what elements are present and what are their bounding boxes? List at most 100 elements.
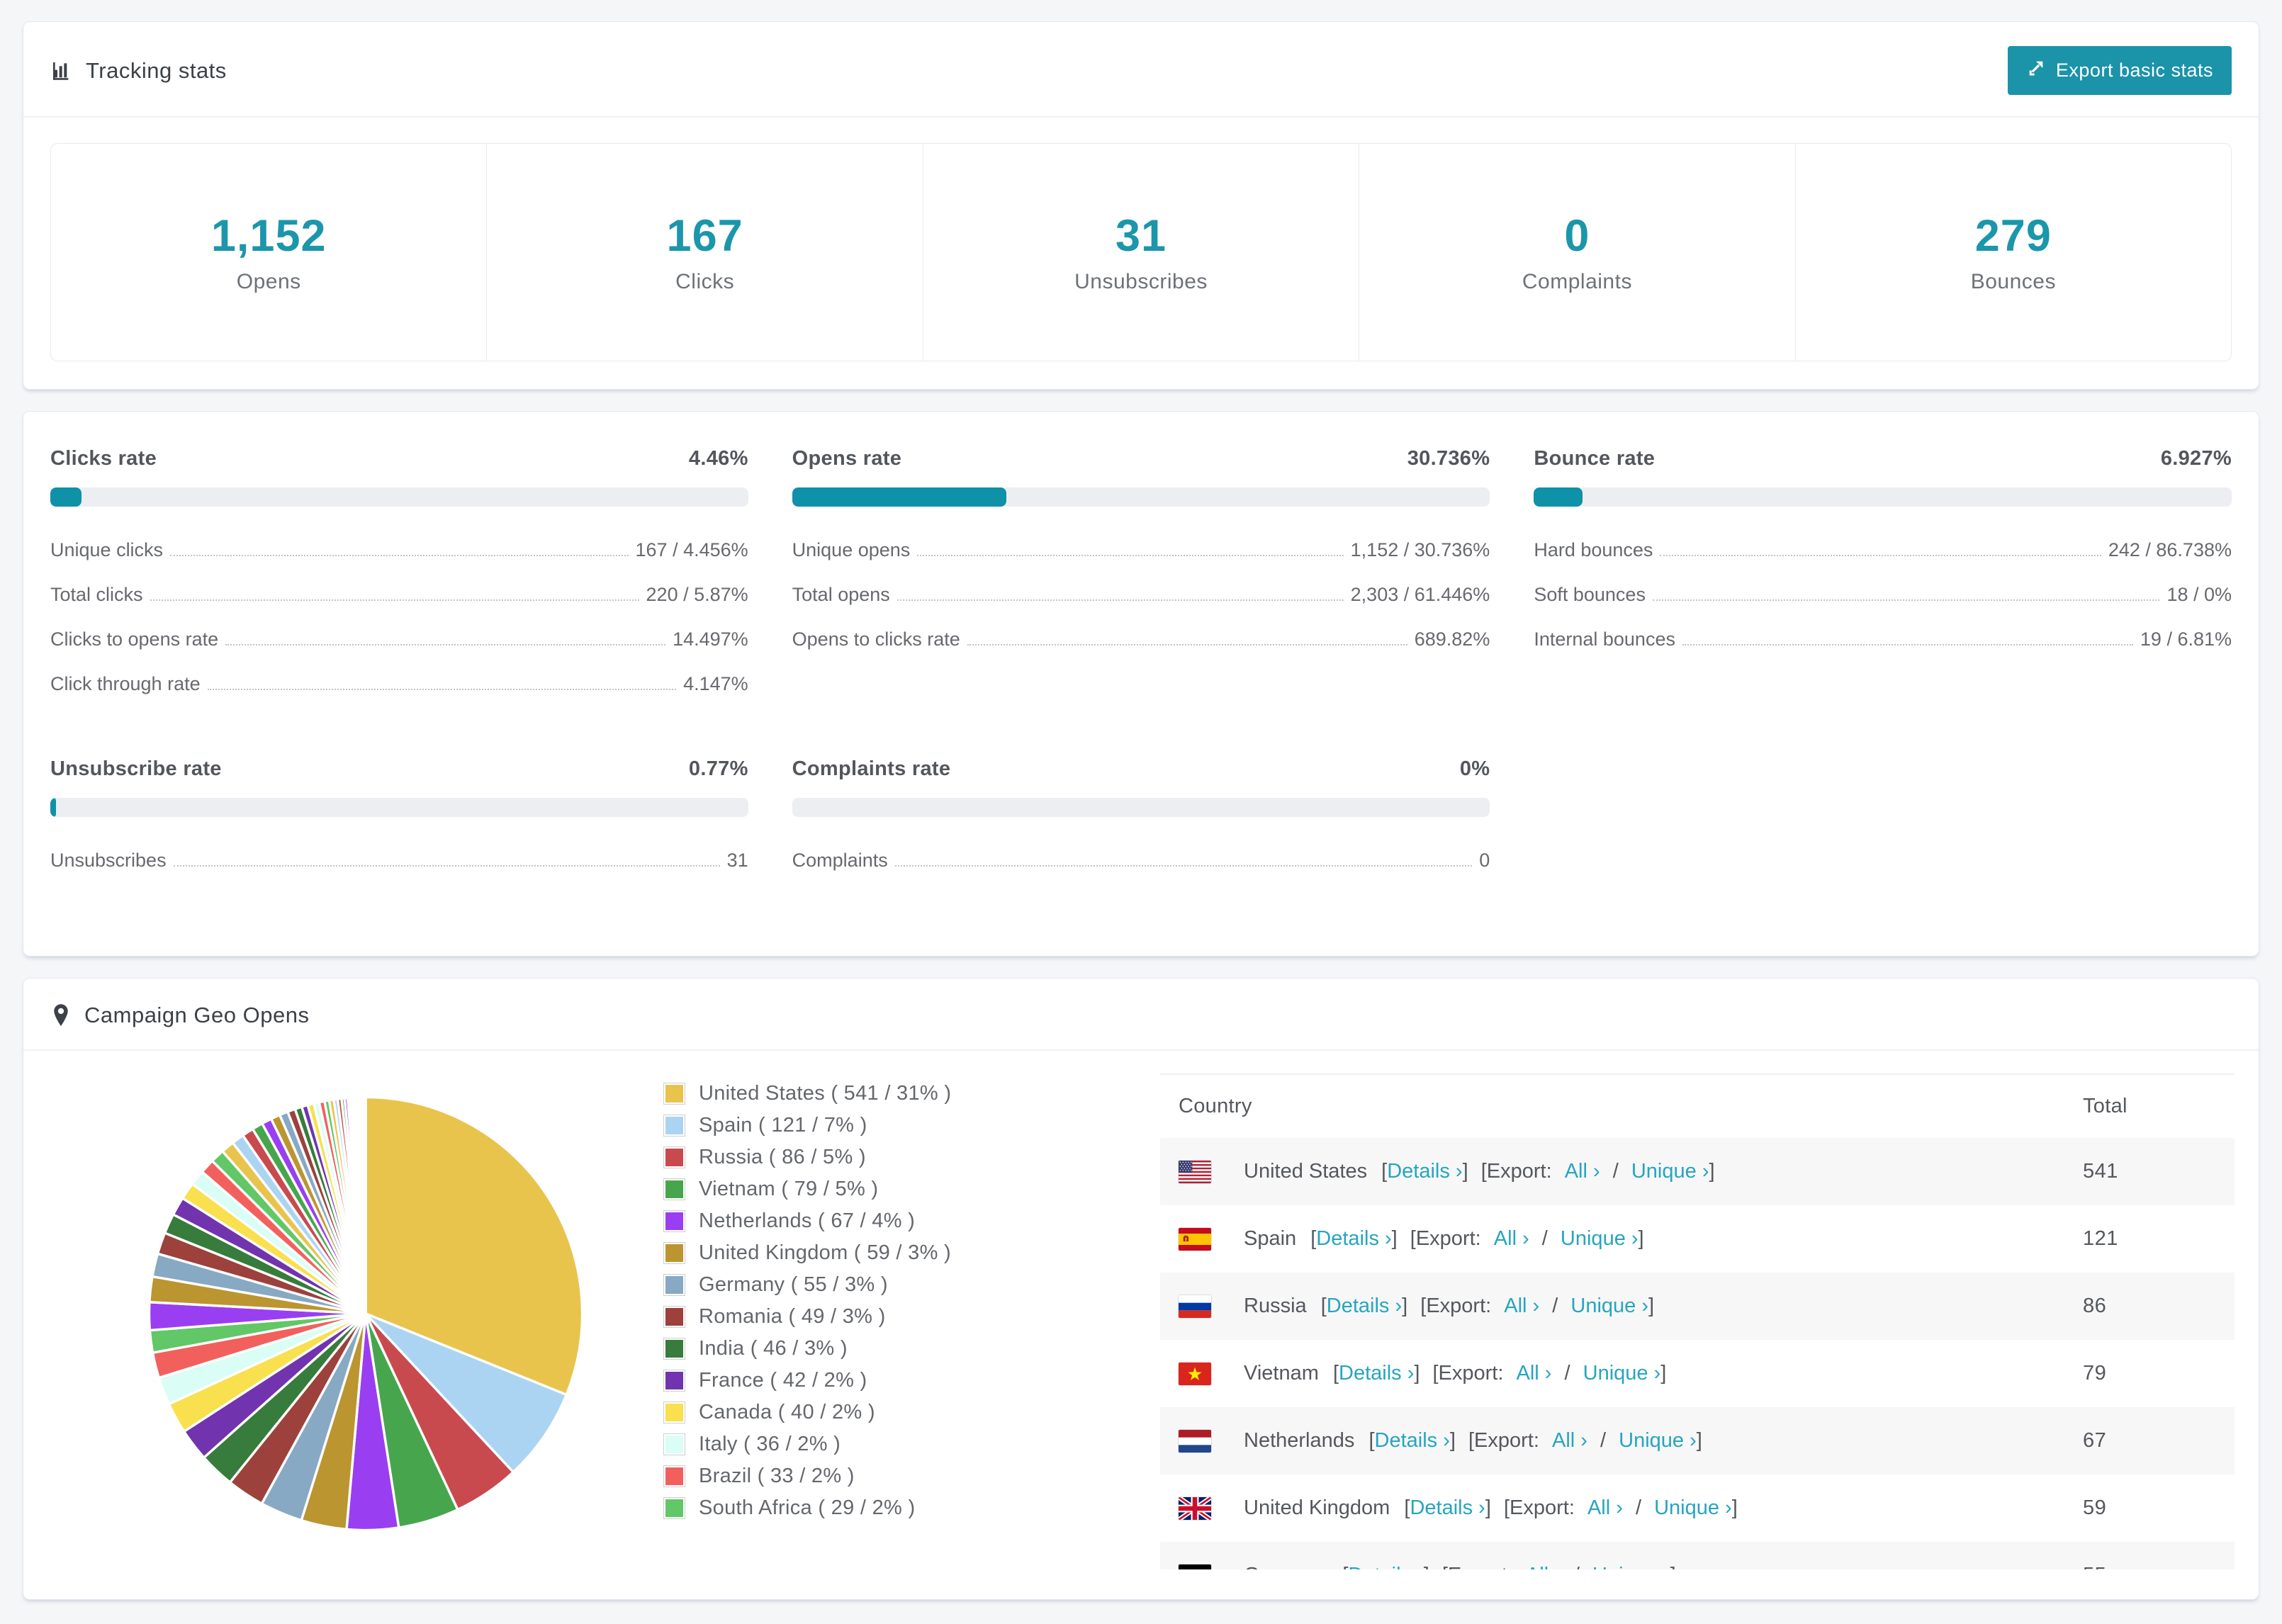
country-name: United States bbox=[1244, 1160, 1368, 1183]
progress-bar-fill bbox=[1534, 487, 1583, 507]
rate-row-value: 14.497% bbox=[673, 628, 748, 650]
rate-row-value: 220 / 5.87% bbox=[646, 584, 748, 605]
progress-bar bbox=[50, 798, 748, 817]
slash-separator: / bbox=[1600, 1429, 1607, 1452]
details-link[interactable]: Details › bbox=[1375, 1429, 1450, 1452]
tracking-stats-title-text: Tracking stats bbox=[86, 57, 227, 83]
bracket-close: ] bbox=[1414, 1362, 1420, 1385]
rate-block: Complaints rate 0% Complaints 0 bbox=[792, 757, 1490, 883]
stat-card: 1,152 Opens bbox=[51, 144, 488, 361]
stat-label: Clicks bbox=[675, 270, 735, 293]
details-link[interactable]: Details › bbox=[1410, 1496, 1485, 1519]
dotted-leader bbox=[896, 599, 1344, 601]
legend-label: Romania ( 49 / 3% ) bbox=[699, 1305, 886, 1328]
country-total: 59 bbox=[2083, 1496, 2107, 1519]
export-unique-link[interactable]: Unique › bbox=[1631, 1160, 1709, 1183]
rate-row-label: Click through rate bbox=[50, 673, 201, 694]
export-unique-link[interactable]: Unique › bbox=[1619, 1429, 1697, 1452]
export-prefix: [Export: bbox=[1480, 1160, 1552, 1183]
progress-bar bbox=[50, 487, 748, 507]
legend-item: Spain ( 121 / 7% ) bbox=[664, 1114, 1160, 1137]
stat-label: Opens bbox=[236, 270, 301, 293]
rate-row-value: 689.82% bbox=[1414, 628, 1490, 650]
rate-head: Bounce rate 6.927% bbox=[1534, 447, 2232, 470]
slash-separator: / bbox=[1552, 1295, 1558, 1317]
legend-label: Russia ( 86 / 5% ) bbox=[699, 1146, 866, 1168]
country-total: 67 bbox=[2083, 1429, 2107, 1452]
slash-separator: / bbox=[1541, 1227, 1548, 1250]
export-unique-link[interactable]: Unique › bbox=[1654, 1496, 1732, 1519]
country-flag-icon bbox=[1179, 1227, 1211, 1251]
country-total: 79 bbox=[2083, 1362, 2107, 1385]
export-prefix: [Export: bbox=[1420, 1295, 1492, 1317]
legend-item: France ( 42 / 2% ) bbox=[664, 1369, 1160, 1392]
country-total: 541 bbox=[2083, 1160, 2118, 1183]
country-name: Netherlands bbox=[1244, 1429, 1355, 1452]
export-unique-link[interactable]: Unique › bbox=[1583, 1362, 1661, 1385]
bracket-close-2: ] bbox=[1709, 1160, 1715, 1183]
flag-cell bbox=[1160, 1474, 1225, 1542]
progress-bar bbox=[792, 798, 1490, 817]
dotted-leader bbox=[150, 599, 639, 601]
details-link[interactable]: Details › bbox=[1316, 1227, 1391, 1250]
progress-bar bbox=[792, 487, 1490, 507]
stat-label: Bounces bbox=[1970, 270, 2056, 293]
legend-label: Netherlands ( 67 / 4% ) bbox=[699, 1209, 916, 1232]
bracket-close: ] bbox=[1449, 1429, 1456, 1452]
bracket-close: ] bbox=[1462, 1160, 1468, 1183]
export-all-link[interactable]: All › bbox=[1526, 1564, 1561, 1569]
export-all-link[interactable]: All › bbox=[1504, 1295, 1539, 1317]
legend-item: Brazil ( 33 / 2% ) bbox=[664, 1465, 1160, 1488]
geo-table-row: United States [Details ›] [Export: All ›… bbox=[1160, 1138, 2235, 1205]
stat-value: 279 bbox=[1974, 211, 2052, 261]
stat-card: 279 Bounces bbox=[1796, 144, 2231, 361]
flag-cell bbox=[1160, 1205, 1225, 1273]
export-all-link[interactable]: All › bbox=[1587, 1496, 1623, 1519]
rate-row-value: 2,303 / 61.446% bbox=[1350, 584, 1490, 605]
stat-label: Unsubscribes bbox=[1074, 270, 1208, 293]
stat-label: Complaints bbox=[1522, 270, 1632, 293]
legend-item: South Africa ( 29 / 2% ) bbox=[664, 1496, 1160, 1520]
export-unique-link[interactable]: Unique › bbox=[1561, 1227, 1639, 1250]
legend-swatch bbox=[664, 1211, 685, 1231]
export-all-link[interactable]: All › bbox=[1552, 1429, 1587, 1452]
rate-row: Total clicks 220 / 5.87% bbox=[50, 573, 748, 617]
slash-separator: / bbox=[1574, 1564, 1580, 1569]
export-all-link[interactable]: All › bbox=[1565, 1160, 1600, 1183]
rate-row-value: 19 / 6.81% bbox=[2140, 628, 2232, 650]
rate-value: 4.46% bbox=[688, 447, 748, 470]
rate-row: Opens to clicks rate 689.82% bbox=[792, 617, 1490, 662]
rate-row-value: 18 / 0% bbox=[2166, 584, 2232, 605]
pie-slice bbox=[364, 1095, 367, 1315]
country-total: 121 bbox=[2083, 1227, 2118, 1250]
progress-bar-fill bbox=[50, 798, 56, 817]
details-link[interactable]: Details › bbox=[1387, 1160, 1462, 1183]
bracket-close-2: ] bbox=[1648, 1295, 1655, 1317]
legend-item: India ( 46 / 3% ) bbox=[664, 1337, 1160, 1360]
export-all-link[interactable]: All › bbox=[1516, 1362, 1551, 1385]
export-basic-stats-button[interactable]: Export basic stats bbox=[2007, 46, 2232, 95]
legend-item: Italy ( 36 / 2% ) bbox=[664, 1433, 1160, 1456]
country-name: Vietnam bbox=[1244, 1362, 1319, 1385]
pie-legend: United States ( 541 / 31% ) Spain ( 121 … bbox=[664, 1051, 1160, 1528]
country-flag-icon bbox=[1179, 1496, 1211, 1520]
legend-label: Spain ( 121 / 7% ) bbox=[699, 1114, 867, 1137]
legend-label: United States ( 541 / 31% ) bbox=[699, 1082, 952, 1105]
export-button-label: Export basic stats bbox=[2055, 60, 2213, 81]
export-icon bbox=[2026, 58, 2046, 83]
rate-title: Complaints rate bbox=[792, 757, 951, 780]
export-unique-link[interactable]: Unique › bbox=[1570, 1295, 1648, 1317]
legend-swatch bbox=[664, 1083, 685, 1104]
legend-item: Canada ( 40 / 2% ) bbox=[664, 1401, 1160, 1424]
bracket-close-2: ] bbox=[1660, 1362, 1667, 1385]
export-unique-link[interactable]: Unique › bbox=[1592, 1564, 1670, 1569]
progress-bar-fill bbox=[50, 487, 82, 507]
rate-row: Complaints 0 bbox=[792, 838, 1490, 883]
legend-label: Canada ( 40 / 2% ) bbox=[699, 1401, 875, 1423]
details-link[interactable]: Details › bbox=[1327, 1295, 1402, 1317]
legend-swatch bbox=[664, 1498, 685, 1518]
details-link[interactable]: Details › bbox=[1339, 1362, 1414, 1385]
country-name: Russia bbox=[1244, 1295, 1307, 1317]
export-all-link[interactable]: All › bbox=[1494, 1227, 1529, 1250]
details-link[interactable]: Details › bbox=[1348, 1564, 1423, 1569]
